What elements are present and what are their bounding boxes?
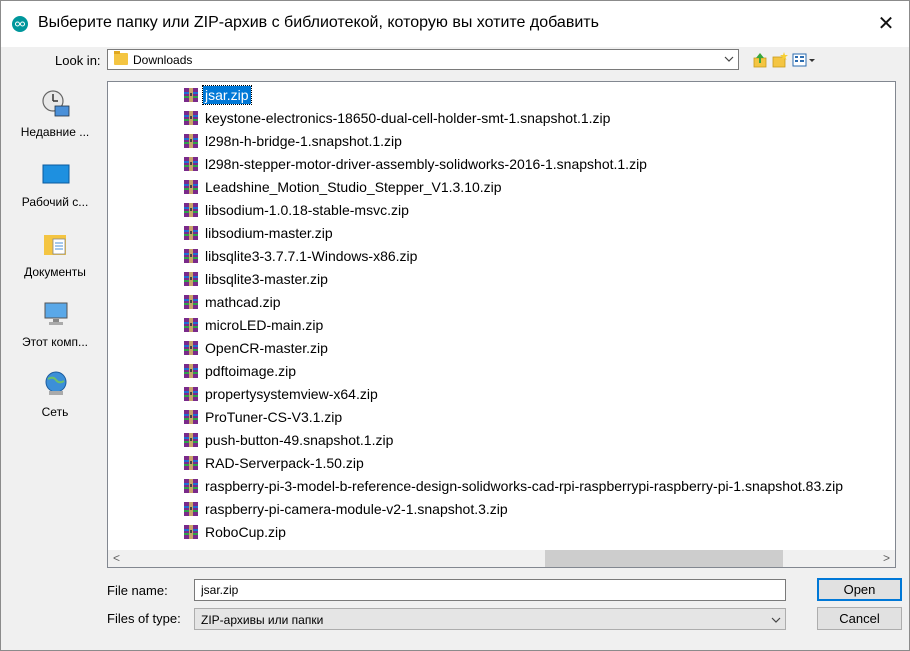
- file-name: libsodium-1.0.18-stable-msvc.zip: [205, 202, 409, 218]
- zip-archive-icon: [184, 410, 198, 424]
- zip-archive-icon: [184, 387, 198, 401]
- file-name: propertysystemview-x64.zip: [205, 386, 378, 402]
- zip-archive-icon: [184, 318, 198, 332]
- dialog-title: Выберите папку или ZIP-архив с библиотек…: [38, 14, 599, 31]
- title-bar: Выберите папку или ZIP-архив с библиотек…: [1, 1, 909, 47]
- file-name-label: File name:: [107, 583, 168, 598]
- places-bar: Недавние ... Рабочий с... Документы Этот…: [7, 83, 103, 523]
- look-in-combo[interactable]: Downloads: [107, 49, 739, 70]
- desktop-icon: [42, 164, 70, 184]
- zip-archive-icon: [184, 157, 198, 171]
- file-name: raspberry-pi-camera-module-v2-1.snapshot…: [205, 501, 508, 517]
- place-recent[interactable]: Недавние ...: [7, 83, 103, 151]
- place-documents[interactable]: Документы: [7, 223, 103, 291]
- file-name: libsqlite3-3.7.7.1-Windows-x86.zip: [205, 248, 418, 264]
- zip-archive-icon: [184, 295, 198, 309]
- place-label: Недавние ...: [20, 125, 90, 139]
- recent-places-icon: [42, 90, 70, 117]
- file-name: Leadshine_Motion_Studio_Stepper_V1.3.10.…: [205, 179, 502, 195]
- place-network[interactable]: Сеть: [7, 363, 103, 431]
- zip-archive-icon: [184, 180, 198, 194]
- place-label: Документы: [24, 265, 86, 279]
- scroll-thumb[interactable]: [545, 550, 783, 567]
- file-name: raspberry-pi-3-model-b-reference-design-…: [205, 478, 844, 494]
- file-name: libsodium-master.zip: [205, 225, 333, 241]
- zip-archive-icon: [184, 364, 198, 378]
- zip-archive-icon: [184, 272, 198, 286]
- open-button[interactable]: Open: [817, 578, 902, 601]
- folder-icon: [114, 51, 128, 65]
- documents-icon: [44, 235, 66, 255]
- scroll-left-arrow[interactable]: <: [108, 550, 125, 567]
- place-label: Этот комп...: [21, 335, 89, 349]
- zip-archive-icon: [184, 502, 198, 516]
- file-name: keystone-electronics-18650-dual-cell-hol…: [205, 110, 611, 126]
- file-type-label: Files of type:: [107, 611, 181, 626]
- chevron-down-icon: [771, 617, 781, 623]
- file-name: OpenCR-master.zip: [205, 340, 328, 356]
- zip-archive-icon: [184, 433, 198, 447]
- horizontal-scrollbar[interactable]: < >: [108, 550, 895, 567]
- this-pc-icon: [44, 302, 68, 325]
- file-name: RAD-Serverpack-1.50.zip: [205, 455, 364, 471]
- zip-archive-icon: [184, 226, 198, 240]
- cancel-button[interactable]: Cancel: [817, 607, 902, 630]
- zip-archive-icon: [184, 111, 198, 125]
- file-chooser-dialog: Выберите папку или ZIP-архив с библиотек…: [0, 0, 910, 651]
- file-name: libsqlite3-master.zip: [205, 271, 328, 287]
- place-label: Сеть: [41, 405, 69, 419]
- place-this-pc[interactable]: Этот комп...: [7, 293, 103, 361]
- file-name: push-button-49.snapshot.1.zip: [205, 432, 394, 448]
- chevron-down-icon: [724, 56, 734, 62]
- file-name: microLED-main.zip: [205, 317, 324, 333]
- close-button[interactable]: ✕: [863, 1, 909, 47]
- zip-archive-icon: [184, 249, 198, 263]
- file-name: mathcad.zip: [205, 294, 281, 310]
- zip-archive-icon: [184, 203, 198, 217]
- zip-archive-icon: [184, 525, 198, 539]
- file-name: RoboCup.zip: [205, 524, 286, 540]
- arduino-app-icon: [12, 16, 28, 32]
- file-type-value: ZIP-архивы или папки: [201, 613, 324, 627]
- file-name: l298n-stepper-motor-driver-assembly-soli…: [205, 156, 647, 172]
- view-menu-icon[interactable]: [791, 51, 817, 69]
- file-name: l298n-h-bridge-1.snapshot.1.zip: [205, 133, 402, 149]
- file-name: pdftoimage.zip: [205, 363, 297, 379]
- network-icon: [45, 371, 67, 395]
- new-folder-icon[interactable]: [771, 51, 789, 69]
- look-in-label: Look in:: [55, 53, 101, 68]
- zip-archive-icon: [184, 341, 198, 355]
- zip-archive-icon: [184, 88, 198, 102]
- file-name: jsar.zip: [202, 85, 252, 105]
- zip-archive-icon: [184, 134, 198, 148]
- file-list[interactable]: jsar.zip keystone-electronics-18650-dual-…: [107, 81, 896, 568]
- file-name: ProTuner-CS-V3.1.zip: [205, 409, 343, 425]
- place-label: Рабочий с...: [21, 195, 89, 209]
- file-type-select[interactable]: ZIP-архивы или папки: [194, 608, 786, 630]
- look-in-value: Downloads: [133, 53, 193, 67]
- up-one-level-icon[interactable]: [751, 51, 769, 69]
- zip-archive-icon: [184, 456, 198, 470]
- file-name-input[interactable]: [194, 579, 786, 601]
- scroll-right-arrow[interactable]: >: [878, 550, 895, 567]
- place-desktop[interactable]: Рабочий с...: [7, 153, 103, 221]
- zip-archive-icon: [184, 479, 198, 493]
